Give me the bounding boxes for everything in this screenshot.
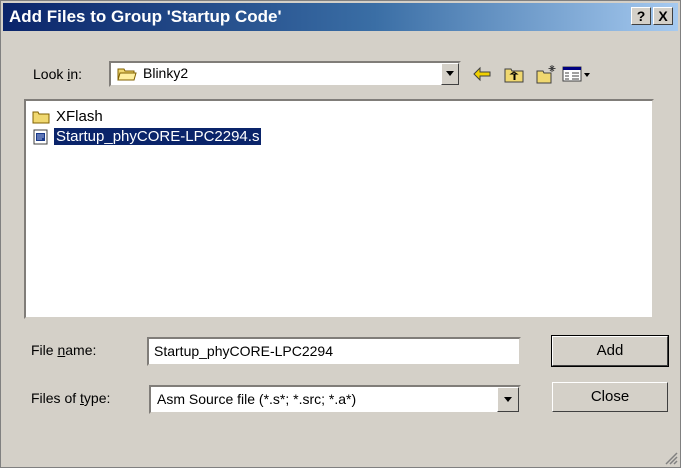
title-bar[interactable]: Add Files to Group 'Startup Code' ? X <box>3 3 678 31</box>
resize-grip-icon[interactable] <box>664 451 678 465</box>
files-of-type-value: Asm Source file (*.s*; *.src; *.a*) <box>157 391 357 407</box>
look-in-value: Blinky2 <box>143 65 189 81</box>
chevron-down-icon <box>446 71 454 76</box>
view-menu-icon[interactable] <box>561 63 593 85</box>
open-folder-icon <box>117 68 137 81</box>
chevron-down-icon <box>504 397 512 402</box>
asm-file-icon <box>33 129 48 145</box>
help-button[interactable]: ? <box>631 7 651 25</box>
dialog-title: Add Files to Group 'Startup Code' <box>9 7 282 26</box>
look-in-label: Look in: <box>33 66 83 82</box>
list-item-label: Startup_phyCORE-LPC2294.s <box>52 127 263 146</box>
close-button[interactable]: Close <box>552 382 668 412</box>
new-folder-icon[interactable] <box>535 63 557 85</box>
files-of-type-label: Files of type: <box>31 390 111 406</box>
folder-icon <box>32 111 50 124</box>
add-button[interactable]: Add <box>551 335 669 367</box>
look-in-dropdown[interactable]: Blinky2 <box>109 61 461 87</box>
files-of-type-dropdown[interactable]: Asm Source file (*.s*; *.src; *.a*) <box>149 385 521 414</box>
file-name-field[interactable]: Startup_phyCORE-LPC2294 <box>147 337 521 366</box>
up-one-level-icon[interactable] <box>503 63 525 85</box>
list-item-label: XFlash <box>56 108 103 125</box>
files-of-type-dropdown-button[interactable] <box>497 387 519 412</box>
file-name-label: File name: <box>31 342 97 358</box>
file-name-value: Startup_phyCORE-LPC2294 <box>154 343 333 359</box>
add-files-dialog: Add Files to Group 'Startup Code' ? X Lo… <box>0 0 681 468</box>
back-arrow-icon[interactable] <box>471 63 493 85</box>
look-in-dropdown-button[interactable] <box>441 63 459 85</box>
file-list[interactable]: XFlash Startup_phyCORE-LPC2294.s <box>24 99 654 319</box>
close-window-button[interactable]: X <box>653 7 673 25</box>
